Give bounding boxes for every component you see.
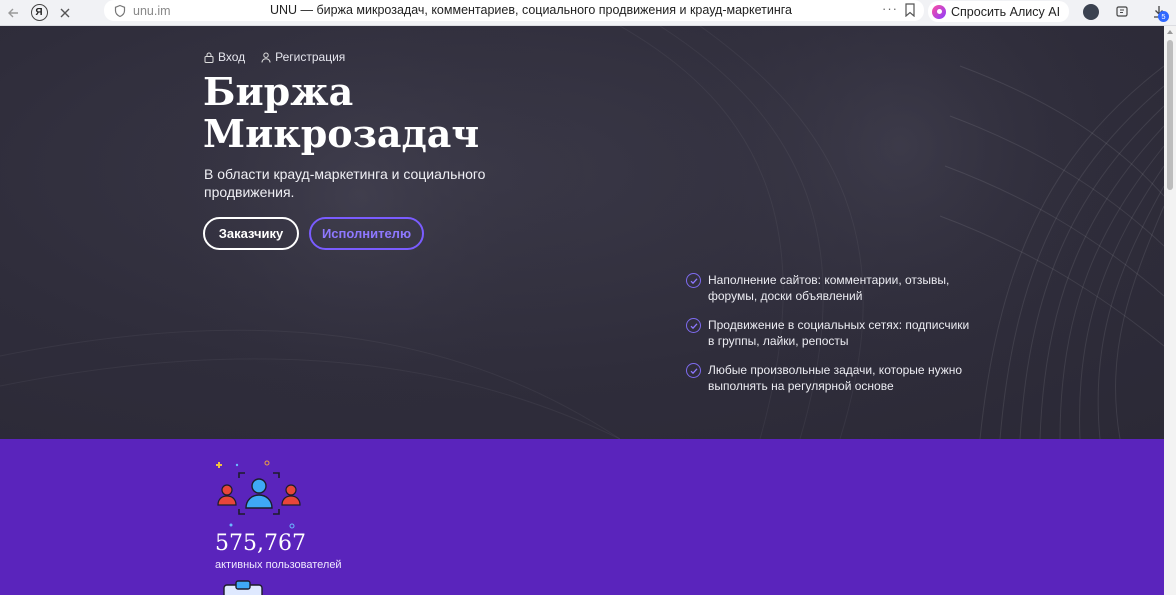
client-button[interactable]: Заказчику xyxy=(203,217,299,250)
active-users-icon xyxy=(216,460,301,529)
stop-loading-button[interactable] xyxy=(52,0,78,26)
back-icon xyxy=(8,8,18,17)
more-icon[interactable]: ··· xyxy=(882,1,898,16)
stats-section: 575,767 активных пользователей xyxy=(0,439,1164,595)
extension-icon[interactable] xyxy=(1083,4,1099,20)
clipboard-icon xyxy=(223,580,263,595)
browser-toolbar: Я unu.im UNU — биржа микрозадач, коммент… xyxy=(0,0,1176,26)
features-list: Наполнение сайтов: комментарии, отзывы, … xyxy=(686,272,976,407)
alice-icon xyxy=(932,4,946,19)
check-circle-icon xyxy=(686,363,701,378)
hero-title-line-1: Биржа xyxy=(203,69,354,114)
ask-alice-label: Спросить Алису AI xyxy=(951,4,1061,19)
hero-title-line-2: Микрозадач xyxy=(203,111,480,156)
address-bar[interactable]: unu.im UNU — биржа микрозадач, комментар… xyxy=(104,0,924,21)
feature-text: Наполнение сайтов: комментарии, отзывы, … xyxy=(708,273,950,303)
close-icon xyxy=(60,8,70,17)
register-label: Регистрация xyxy=(275,50,346,64)
feature-item: Продвижение в социальных сетях: подписчи… xyxy=(686,317,976,349)
back-button[interactable] xyxy=(0,0,26,26)
lock-icon xyxy=(204,52,214,63)
feature-item: Любые произвольные задачи, которые нужно… xyxy=(686,362,976,394)
hero-lead: В области крауд-маркетинга и социального… xyxy=(204,166,486,200)
auth-links: Вход Регистрация xyxy=(204,50,345,64)
scrollbar-thumb[interactable] xyxy=(1167,40,1173,190)
user-icon xyxy=(261,52,271,63)
active-users-label: активных пользователей xyxy=(215,559,342,571)
register-link[interactable]: Регистрация xyxy=(261,50,345,64)
feature-text: Продвижение в социальных сетях: подписчи… xyxy=(708,318,970,348)
check-circle-icon xyxy=(686,318,701,333)
hero-title: Биржа Микрозадач xyxy=(203,71,623,155)
page-scrollbar[interactable] xyxy=(1164,26,1176,595)
page-viewport: Вход Регистрация Биржа Микрозадач В обла… xyxy=(0,26,1164,595)
url-text: unu.im xyxy=(133,3,171,18)
ask-alice-button[interactable]: Спросить Алису AI xyxy=(928,1,1070,22)
yandex-logo-icon: Я xyxy=(30,4,48,21)
login-label: Вход xyxy=(218,50,246,64)
page-title-text: UNU — биржа микрозадач, комментариев, со… xyxy=(270,3,792,17)
reader-icon[interactable] xyxy=(1115,4,1131,20)
feature-item: Наполнение сайтов: комментарии, отзывы, … xyxy=(686,272,976,304)
active-users-count: 575,767 xyxy=(215,531,306,556)
check-circle-icon xyxy=(686,273,701,288)
shield-icon xyxy=(114,4,126,17)
performer-button[interactable]: Исполнителю xyxy=(309,217,424,250)
yandex-home-button[interactable]: Я xyxy=(26,0,52,26)
bookmark-icon[interactable] xyxy=(904,3,916,17)
hero-section: Вход Регистрация Биржа Микрозадач В обла… xyxy=(0,26,1164,439)
scroll-up-arrow-icon[interactable] xyxy=(1167,30,1173,34)
login-link[interactable]: Вход xyxy=(204,50,245,64)
feature-text: Любые произвольные задачи, которые нужно… xyxy=(708,363,963,393)
downloads-badge: 5 xyxy=(1158,11,1169,22)
